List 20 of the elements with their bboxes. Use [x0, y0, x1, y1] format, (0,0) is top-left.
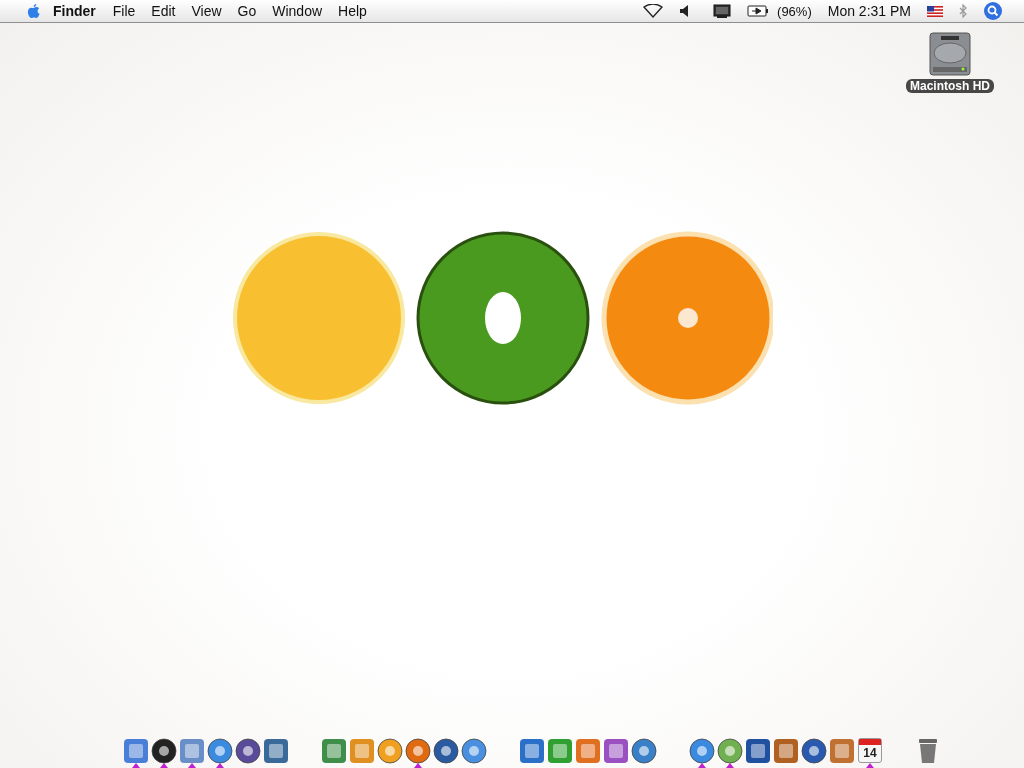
- menu-item[interactable]: Edit: [143, 3, 184, 19]
- desktop-icon-label[interactable]: Macintosh HD: [906, 79, 994, 93]
- menu-item[interactable]: View: [183, 3, 230, 19]
- display-icon[interactable]: [713, 3, 732, 19]
- trash-can-icon[interactable]: [917, 738, 939, 764]
- menu-item[interactable]: Window: [264, 3, 331, 19]
- calendar-icon[interactable]: 14: [858, 738, 882, 763]
- menu-item[interactable]: File: [104, 3, 144, 19]
- app-menu[interactable]: Finder: [45, 3, 105, 19]
- battery-percentage: (96%): [777, 3, 812, 19]
- menu-item[interactable]: Go: [229, 3, 265, 19]
- apple-icon[interactable]: [26, 2, 41, 20]
- clock[interactable]: Mon 2:31 PM: [827, 3, 911, 19]
- battery-icon[interactable]: [747, 5, 770, 17]
- search-icon[interactable]: [984, 2, 1002, 20]
- menu-item[interactable]: Help: [330, 3, 375, 19]
- bluetooth-icon[interactable]: [959, 4, 968, 18]
- wifi-icon[interactable]: [643, 4, 664, 18]
- volume-icon[interactable]: [679, 5, 690, 17]
- flag-icon[interactable]: [927, 5, 943, 17]
